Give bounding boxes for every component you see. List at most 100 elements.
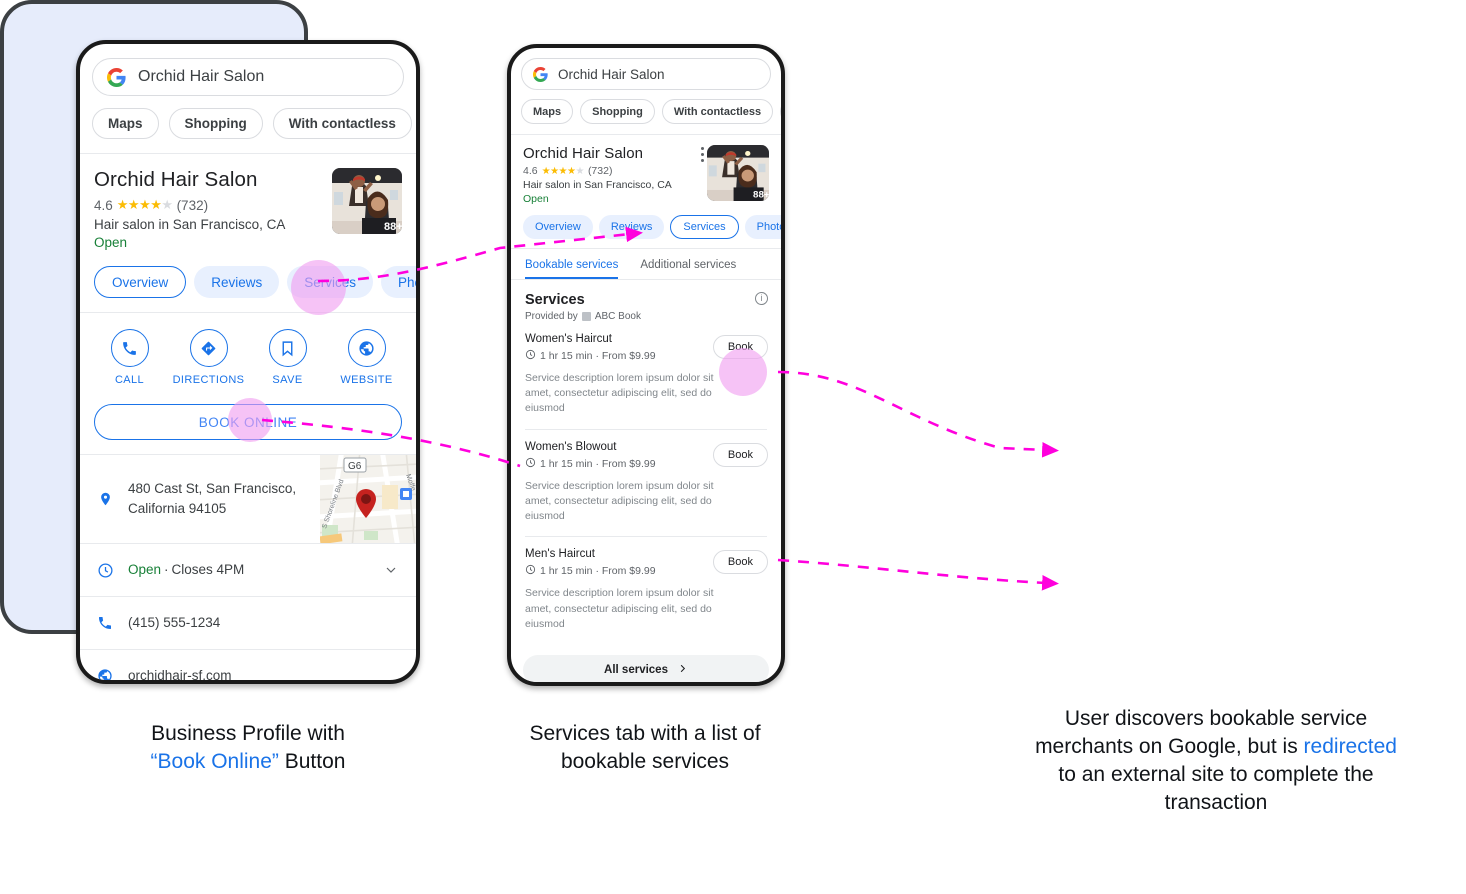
action-button-row: CALL DIRECTIONS SAVE WEBSITE <box>80 313 416 396</box>
book-online-button[interactable]: BOOK ONLINE <box>94 404 402 440</box>
caption-partner-site: User discovers bookable service merchant… <box>1035 705 1397 818</box>
info-icon[interactable]: i <box>755 292 768 305</box>
caption-services-tab: Services tab with a list of bookable ser… <box>485 720 805 776</box>
phone-number: (415) 555-1234 <box>128 614 221 630</box>
business-header: Orchid Hair Salon 4.6 ★★★★★ (732) Hair s… <box>80 154 416 250</box>
business-header: Orchid Hair Salon 4.6 ★★★★★ (732) Hair s… <box>511 135 781 205</box>
caption1-rest: Button <box>278 750 346 774</box>
chip-with-contactless[interactable]: With contactless <box>661 99 774 124</box>
website-url: orchidhair-sf.com <box>128 667 232 683</box>
service-item: Women's Blowout 1 hr 15 min · From $9.99… <box>511 430 781 537</box>
google-g-icon <box>107 67 126 87</box>
business-photo[interactable]: 88+ <box>707 145 769 201</box>
provider-logo-icon <box>581 312 591 321</box>
chevron-right-icon <box>677 663 688 677</box>
map-thumbnail[interactable]: G6 S Shoreline Blvd Moffe <box>320 455 416 543</box>
open-status: Open <box>94 235 128 250</box>
chip-more[interactable]: Mo <box>780 99 781 124</box>
book-button[interactable]: Book <box>712 335 768 359</box>
services-provider: Provided by ABC Book <box>525 311 767 322</box>
service-description: Service description lorem ipsum dolor si… <box>525 479 714 523</box>
clock-icon <box>525 457 536 471</box>
provider-name: ABC Book <box>594 311 641 322</box>
action-directions[interactable]: DIRECTIONS <box>169 329 248 386</box>
chip-with-contactless[interactable]: With contactless <box>272 108 412 139</box>
clock-icon <box>525 564 536 578</box>
overflow-menu-icon[interactable] <box>701 147 705 165</box>
profile-tab-row[interactable]: Overview Reviews Services Photos <box>511 205 781 248</box>
review-count: (732) <box>587 165 613 177</box>
action-directions-label: DIRECTIONS <box>172 374 245 386</box>
bookmark-icon <box>268 329 307 367</box>
service-duration-price: 1 hr 15 min · From $9.99 <box>540 565 656 578</box>
chip-shopping[interactable]: Shopping <box>168 108 263 139</box>
globe-icon <box>96 668 114 680</box>
caption2-line2: bookable services <box>560 750 730 774</box>
service-duration-price: 1 hr 15 min · From $9.99 <box>540 350 656 362</box>
all-services-label: All services <box>604 663 668 676</box>
search-bar[interactable]: Orchid Hair Salon <box>92 58 404 96</box>
chevron-down-icon[interactable] <box>382 562 400 578</box>
book-button[interactable]: Book <box>712 550 768 575</box>
profile-tab-row[interactable]: Overview Reviews Services Photos <box>80 250 416 312</box>
location-pin-icon <box>96 490 114 508</box>
service-duration-price: 1 hr 15 min · From $9.99 <box>540 457 656 470</box>
phone-row[interactable]: (415) 555-1234 <box>80 597 416 649</box>
filter-chip-row[interactable]: Maps Shopping With contactless Mo <box>511 90 781 134</box>
search-input[interactable]: Orchid Hair Salon <box>138 68 264 86</box>
service-item: Men's Haircut 1 hr 15 min · From $9.99 S… <box>511 537 781 644</box>
action-website-label: WEBSITE <box>340 374 393 386</box>
tab-reviews[interactable]: Reviews <box>194 266 280 298</box>
business-photo[interactable]: 88+ <box>332 168 402 234</box>
address-text: 480 Cast St, San Francisco, California 9… <box>128 480 297 516</box>
tab-services[interactable]: Services <box>670 215 739 239</box>
rating-value: 4.6 <box>523 165 538 177</box>
phone-business-profile: Orchid Hair Salon Maps Shopping With con… <box>76 40 420 684</box>
phone-icon <box>110 329 149 367</box>
provided-by-label: Provided by <box>525 311 578 322</box>
services-section-header: Services Provided by ABC Book i <box>511 280 781 322</box>
action-call[interactable]: CALL <box>90 329 169 386</box>
services-subtab-row[interactable]: Bookable services Additional services <box>511 249 781 279</box>
tab-overview[interactable]: Overview <box>523 215 593 239</box>
arrow-book-to-partner-lower <box>777 558 1059 591</box>
address-row[interactable]: 480 Cast St, San Francisco, California 9… <box>80 455 416 543</box>
hours-row[interactable]: Open · Closes 4PM <box>80 544 416 596</box>
hours-closes: Closes 4PM <box>171 561 245 577</box>
services-title: Services <box>525 292 585 308</box>
service-description: Service description lorem ipsum dolor si… <box>525 587 714 630</box>
caption1-accent: “Book Online” <box>150 750 279 774</box>
website-row[interactable]: orchidhair-sf.com <box>80 650 416 683</box>
hours-text: Open · Closes 4PM <box>128 561 245 577</box>
subtab-additional-services[interactable]: Additional services <box>640 259 736 279</box>
search-bar[interactable]: Orchid Hair Salon <box>521 58 771 90</box>
chip-maps[interactable]: Maps <box>92 108 159 139</box>
action-save-label: SAVE <box>272 374 303 386</box>
subtab-bookable-services[interactable]: Bookable services <box>525 259 619 279</box>
chip-shopping[interactable]: Shopping <box>580 99 655 124</box>
search-input[interactable]: Orchid Hair Salon <box>558 67 665 82</box>
filter-chip-row[interactable]: Maps Shopping With contactless Me <box>80 96 416 153</box>
chip-maps[interactable]: Maps <box>521 99 574 124</box>
directions-icon <box>189 329 228 367</box>
tab-photos[interactable]: Photos <box>381 266 416 298</box>
book-button[interactable]: Book <box>712 442 768 467</box>
service-item: Women's Haircut 1 hr 15 min · From $9.99… <box>511 322 781 429</box>
google-g-icon <box>533 66 548 82</box>
caption1-line1: Business Profile with <box>151 722 345 745</box>
star-icons: ★★★★★ <box>541 165 585 177</box>
star-icons: ★★★★★ <box>116 197 173 212</box>
svg-text:G6: G6 <box>348 461 362 472</box>
phone-services-tab: Orchid Hair Salon Maps Shopping With con… <box>507 44 785 686</box>
tab-reviews[interactable]: Reviews <box>598 215 665 239</box>
action-call-label: CALL <box>114 374 145 386</box>
all-services-button[interactable]: All services <box>523 654 769 682</box>
tab-overview[interactable]: Overview <box>94 266 187 298</box>
service-description: Service description lorem ipsum dolor si… <box>525 372 714 415</box>
tab-photos[interactable]: Photos <box>744 215 781 239</box>
tab-services[interactable]: Services <box>287 266 374 298</box>
caption1-line2: “Book Online” Button <box>86 748 410 776</box>
action-save[interactable]: SAVE <box>248 329 327 386</box>
action-website[interactable]: WEBSITE <box>327 329 406 386</box>
arrow-book-to-partner-upper <box>777 370 1059 458</box>
